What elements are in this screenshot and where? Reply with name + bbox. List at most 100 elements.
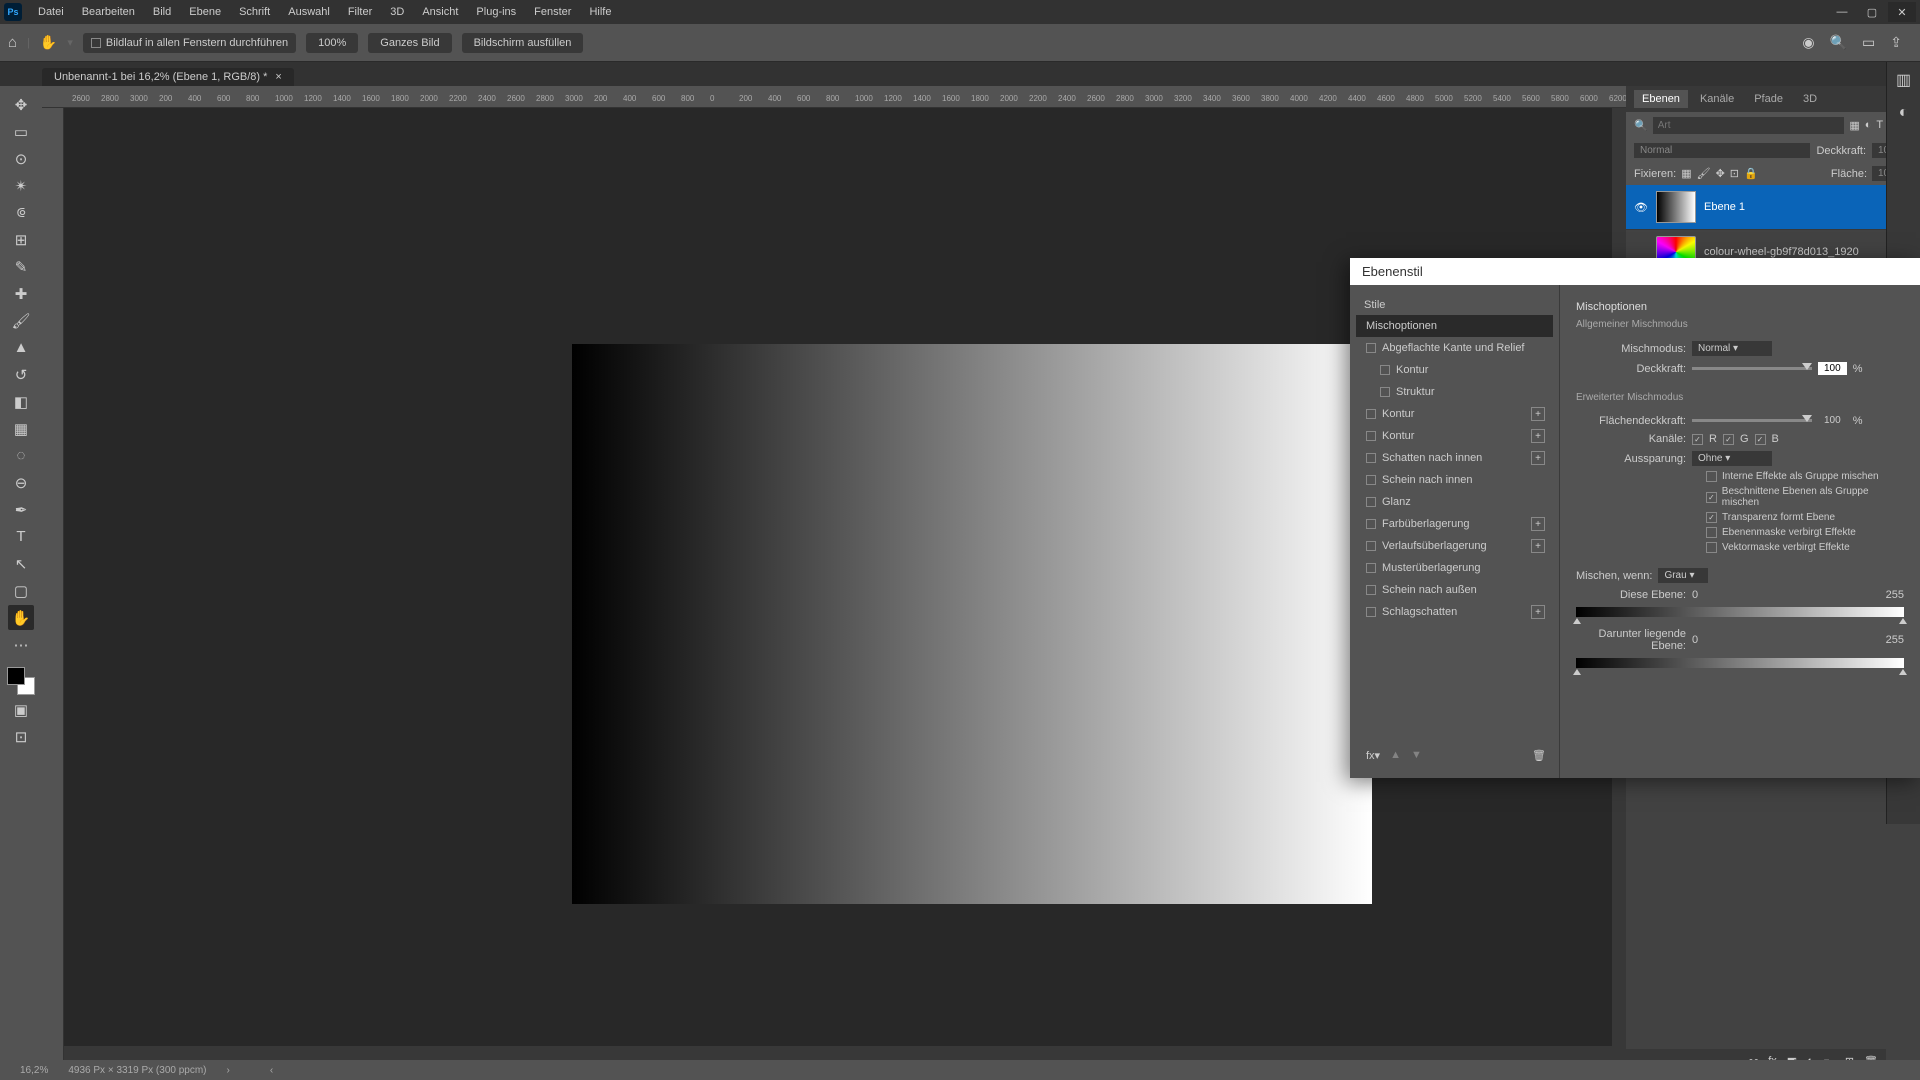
- move-tool[interactable]: ✥: [8, 92, 34, 117]
- add-style-icon[interactable]: +: [1531, 407, 1545, 421]
- underlying-layer-slider[interactable]: [1576, 658, 1904, 668]
- layer-filter-input[interactable]: [1653, 117, 1845, 134]
- workspace-icon[interactable]: ▭: [1862, 34, 1875, 51]
- layers-dock-icon[interactable]: ▥: [1896, 70, 1911, 90]
- style-item[interactable]: Farbüberlagerung+: [1356, 513, 1553, 535]
- visibility-icon[interactable]: 👁: [1634, 201, 1648, 214]
- adjust-dock-icon[interactable]: ◐: [1899, 104, 1909, 122]
- search-icon[interactable]: 🔍: [1634, 119, 1648, 132]
- lock-pixels-icon[interactable]: 🖌: [1697, 167, 1711, 180]
- move-down-icon[interactable]: ▼: [1411, 749, 1422, 762]
- style-checkbox[interactable]: [1380, 365, 1390, 375]
- crop-tool[interactable]: ⟃: [8, 200, 34, 225]
- scroll-all-windows-checkbox[interactable]: Bildlauf in allen Fenstern durchführen: [83, 33, 296, 53]
- layer-row[interactable]: 👁 Ebene 1: [1626, 185, 1920, 230]
- close-tab-icon[interactable]: ×: [275, 71, 281, 83]
- wand-tool[interactable]: ✴: [8, 173, 34, 198]
- filter-type-icon[interactable]: T: [1876, 119, 1883, 132]
- fill-screen-button[interactable]: Bildschirm ausfüllen: [462, 33, 584, 53]
- menu-plugins[interactable]: Plug-ins: [468, 3, 524, 21]
- style-item[interactable]: Schatten nach innen+: [1356, 447, 1553, 469]
- close-button[interactable]: ✕: [1888, 2, 1916, 22]
- zoom-100-button[interactable]: 100%: [306, 33, 358, 53]
- option-row[interactable]: Vektormaske verbirgt Effekte: [1576, 540, 1904, 555]
- style-item[interactable]: Schein nach innen: [1356, 469, 1553, 491]
- style-item[interactable]: Schein nach außen: [1356, 579, 1553, 601]
- cloud-icon[interactable]: ◉: [1802, 34, 1814, 51]
- vertical-ruler[interactable]: [42, 108, 64, 1060]
- frame-tool[interactable]: ⊞: [8, 227, 34, 252]
- blend-mode-select[interactable]: Normal: [1634, 143, 1810, 158]
- style-item[interactable]: Verlaufsüberlagerung+: [1356, 535, 1553, 557]
- pen-tool[interactable]: ✒: [8, 497, 34, 522]
- option-checkbox[interactable]: [1706, 512, 1717, 523]
- type-tool[interactable]: T: [8, 524, 34, 549]
- fx-menu-icon[interactable]: fx▾: [1366, 749, 1380, 762]
- layer-name[interactable]: colour-wheel-gb9f78d013_1920: [1704, 246, 1859, 258]
- style-checkbox[interactable]: [1366, 585, 1376, 595]
- home-icon[interactable]: ⌂: [8, 34, 17, 51]
- dodge-tool[interactable]: ⊖: [8, 470, 34, 495]
- menu-type[interactable]: Schrift: [231, 3, 278, 21]
- style-item[interactable]: Musterüberlagerung: [1356, 557, 1553, 579]
- add-style-icon[interactable]: +: [1531, 539, 1545, 553]
- opacity-value[interactable]: 100: [1818, 362, 1847, 375]
- layer-name[interactable]: Ebene 1: [1704, 201, 1745, 213]
- filter-adjust-icon[interactable]: ◐: [1865, 119, 1872, 132]
- this-layer-slider[interactable]: [1576, 607, 1904, 617]
- fit-screen-button[interactable]: Ganzes Bild: [368, 33, 451, 53]
- style-item[interactable]: Struktur: [1356, 381, 1553, 403]
- option-row[interactable]: Transparenz formt Ebene: [1576, 510, 1904, 525]
- knockout-select[interactable]: Ohne ▾: [1692, 451, 1772, 466]
- lock-transparent-icon[interactable]: ▦: [1681, 167, 1691, 180]
- style-checkbox[interactable]: [1380, 387, 1390, 397]
- style-checkbox[interactable]: [1366, 563, 1376, 573]
- artboard[interactable]: [572, 344, 1372, 904]
- menu-edit[interactable]: Bearbeiten: [74, 3, 143, 21]
- tab-3d[interactable]: 3D: [1795, 90, 1825, 108]
- menu-select[interactable]: Auswahl: [280, 3, 338, 21]
- chevron-right-icon[interactable]: ›: [227, 1065, 230, 1076]
- style-item[interactable]: Abgeflachte Kante und Relief: [1356, 337, 1553, 359]
- dialog-title[interactable]: Ebenenstil: [1350, 258, 1920, 285]
- menu-image[interactable]: Bild: [145, 3, 179, 21]
- style-item[interactable]: Kontur+: [1356, 425, 1553, 447]
- option-row[interactable]: Interne Effekte als Gruppe mischen: [1576, 469, 1904, 484]
- channel-b-checkbox[interactable]: [1755, 434, 1766, 445]
- fill-opacity-value[interactable]: 100: [1818, 414, 1847, 427]
- menu-help[interactable]: Hilfe: [581, 3, 619, 21]
- style-checkbox[interactable]: [1366, 541, 1376, 551]
- blur-tool[interactable]: ◌: [8, 443, 34, 468]
- maximize-button[interactable]: ▢: [1858, 2, 1886, 22]
- option-row[interactable]: Ebenenmaske verbirgt Effekte: [1576, 525, 1904, 540]
- style-item[interactable]: Glanz: [1356, 491, 1553, 513]
- menu-layer[interactable]: Ebene: [181, 3, 229, 21]
- heal-tool[interactable]: ✚: [8, 281, 34, 306]
- hand-tool-icon[interactable]: ✋: [40, 34, 57, 51]
- menu-window[interactable]: Fenster: [526, 3, 579, 21]
- eyedropper-tool[interactable]: ✎: [8, 254, 34, 279]
- zoom-tool[interactable]: ⋯: [8, 632, 34, 657]
- style-checkbox[interactable]: [1366, 343, 1376, 353]
- style-item[interactable]: Kontur+: [1356, 403, 1553, 425]
- menu-view[interactable]: Ansicht: [414, 3, 466, 21]
- style-item[interactable]: Kontur: [1356, 359, 1553, 381]
- chevron-left-icon[interactable]: ‹: [270, 1065, 273, 1076]
- path-select-tool[interactable]: ↖: [8, 551, 34, 576]
- tab-paths[interactable]: Pfade: [1746, 90, 1791, 108]
- hand-tool[interactable]: ✋: [8, 605, 34, 630]
- style-checkbox[interactable]: [1366, 475, 1376, 485]
- gradient-tool[interactable]: ▦: [8, 416, 34, 441]
- add-style-icon[interactable]: +: [1531, 605, 1545, 619]
- lock-position-icon[interactable]: ✥: [1716, 167, 1725, 180]
- fill-opacity-slider[interactable]: [1692, 419, 1812, 422]
- brush-tool[interactable]: 🖌: [8, 308, 34, 333]
- channel-g-checkbox[interactable]: [1723, 434, 1734, 445]
- option-checkbox[interactable]: [1706, 492, 1717, 503]
- add-style-icon[interactable]: +: [1531, 429, 1545, 443]
- lock-all-icon[interactable]: 🔒: [1744, 167, 1758, 180]
- history-brush-tool[interactable]: ↺: [8, 362, 34, 387]
- style-checkbox[interactable]: [1366, 453, 1376, 463]
- lock-artboard-icon[interactable]: ⊡: [1730, 167, 1739, 180]
- style-checkbox[interactable]: [1366, 497, 1376, 507]
